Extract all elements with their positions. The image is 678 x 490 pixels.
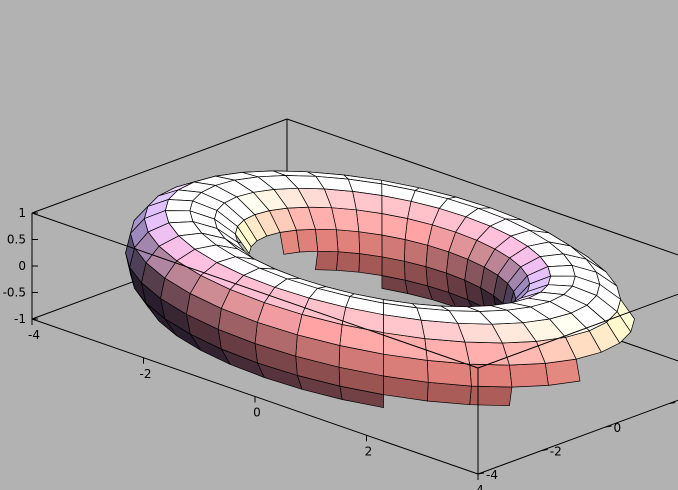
surface-facet bbox=[544, 358, 581, 386]
torus-surface bbox=[125, 170, 635, 408]
x-tick-label: -2 bbox=[140, 367, 152, 381]
torus-plot: -4-2024-4-2024-1-0.500.51 bbox=[3, 118, 678, 490]
x-tick-label: -4 bbox=[28, 328, 40, 342]
z-tick-label: -0.5 bbox=[3, 286, 26, 300]
surface-facet bbox=[358, 253, 383, 276]
z-tick-label: 0.5 bbox=[7, 233, 26, 247]
x-tick-label: 2 bbox=[365, 444, 373, 458]
surface-facet bbox=[469, 385, 513, 407]
z-tick-label: 1 bbox=[18, 206, 26, 220]
x-tick-label: 0 bbox=[253, 406, 261, 420]
x-tick-label: 4 bbox=[476, 483, 484, 490]
y-tick-label: 0 bbox=[614, 421, 622, 435]
surface-facet bbox=[355, 209, 383, 236]
surface-facet bbox=[164, 199, 193, 212]
surface-facet bbox=[509, 363, 549, 388]
surface-facet bbox=[315, 228, 339, 253]
surface-facet bbox=[315, 250, 339, 271]
z-tick-label: -1 bbox=[14, 312, 26, 326]
surface-facet bbox=[358, 231, 383, 258]
surface-facet bbox=[464, 341, 510, 366]
y-tick-label: -4 bbox=[486, 468, 498, 482]
surface-facet bbox=[426, 360, 472, 387]
surface-facet bbox=[336, 251, 361, 273]
y-tick-label: -2 bbox=[550, 445, 562, 459]
surface-facet bbox=[547, 265, 576, 277]
z-tick-label: 0 bbox=[18, 259, 26, 273]
surface-facet bbox=[279, 229, 300, 255]
surface-facet bbox=[296, 228, 319, 253]
surface-facet bbox=[336, 229, 361, 254]
surface-facet bbox=[164, 210, 194, 224]
surface-facet bbox=[352, 191, 383, 214]
